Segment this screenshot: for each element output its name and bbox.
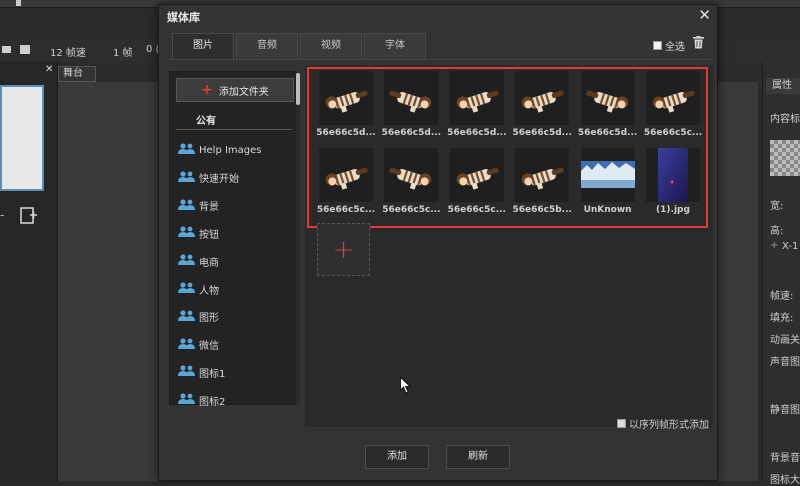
folder-item[interactable]: 电商: [178, 250, 219, 272]
mute-label: 静音图: [770, 405, 800, 416]
tab-audio[interactable]: 音频: [236, 33, 298, 59]
close-button[interactable]: ✕: [698, 6, 711, 24]
add-media-button[interactable]: +: [317, 223, 370, 276]
divider: [176, 129, 292, 130]
folder-label: Help Images: [199, 144, 262, 156]
checkbox-box[interactable]: [653, 41, 662, 50]
tab-video[interactable]: 视频: [300, 33, 362, 59]
media-library-dialog: 媒体库 ✕ 图片 音频 视频 字体 全选 + 添加文件夹 公有 Help Ima…: [158, 4, 718, 481]
transparent-preview: [770, 140, 800, 176]
content-label: 内容标: [770, 114, 800, 125]
height-label: 高:: [770, 226, 784, 237]
toolbar-icon-a[interactable]: [2, 46, 11, 53]
stage-tab[interactable]: 舞台: [58, 66, 96, 82]
properties-tab[interactable]: 属性: [766, 78, 800, 94]
add-button[interactable]: 添加: [365, 445, 429, 469]
folder-item[interactable]: 快速开始: [178, 167, 239, 189]
app-toolbar-right: [718, 38, 800, 62]
bg-music-label: 背景音: [770, 453, 800, 464]
frame-rate-text: 12 帧速: [50, 48, 86, 59]
users-icon: [178, 143, 195, 157]
select-all-label: 全选: [665, 42, 685, 53]
folder-label: 人物: [199, 285, 219, 297]
page-thumbnail[interactable]: [0, 85, 44, 191]
users-icon: [178, 226, 195, 240]
sequence-add-checkbox[interactable]: 以序列帧形式添加: [617, 416, 709, 431]
plus-icon: +: [201, 82, 213, 98]
folder-panel: + 添加文件夹 公有 Help Images 快速开始背景按钮电商人物图形微信图标…: [169, 71, 297, 408]
users-icon: [178, 310, 195, 324]
folder-scrollbar[interactable]: [296, 71, 300, 405]
icon-size-label: 图标大: [770, 475, 800, 486]
users-icon: [178, 365, 195, 379]
tab-underline: [169, 59, 713, 60]
folder-label: 快速开始: [199, 174, 239, 186]
dialog-title: 媒体库: [167, 11, 200, 24]
folder-scroll-thumb[interactable]: [296, 73, 300, 105]
folder-label: 微信: [199, 341, 219, 353]
frames-text: 1 帧: [113, 48, 133, 59]
select-all-checkbox[interactable]: 全选: [653, 38, 685, 53]
folder-item[interactable]: 图标2: [178, 389, 225, 411]
folder-item[interactable]: 人物: [178, 278, 219, 300]
users-icon: [178, 337, 195, 352]
users-icon: [178, 282, 195, 296]
folder-label: 按钮: [199, 229, 219, 241]
folder-label: 图标2: [199, 396, 226, 408]
add-folder-label: 添加文件夹: [218, 86, 269, 98]
folder-item[interactable]: 按钮: [178, 222, 219, 244]
folder-item[interactable]: 微信: [178, 334, 219, 356]
folder-item[interactable]: 背景: [178, 195, 219, 217]
sequence-add-label: 以序列帧形式添加: [629, 420, 709, 431]
users-icon: [178, 171, 195, 185]
plus-icon: +: [332, 234, 355, 265]
tab-images[interactable]: 图片: [172, 33, 234, 59]
trash-icon[interactable]: [693, 36, 704, 49]
plus-icon: +: [770, 240, 779, 251]
add-page-icon[interactable]: [20, 207, 38, 225]
dash-icon: -: [0, 208, 5, 222]
toolbar-icon-b[interactable]: [20, 45, 30, 54]
checkbox-box[interactable]: [617, 419, 626, 428]
folder-item[interactable]: Help Images: [178, 139, 262, 161]
width-label: 宽:: [770, 201, 784, 212]
animation-label: 动画关: [770, 335, 800, 346]
mouse-cursor-icon: [400, 377, 412, 394]
close-icon[interactable]: ✕: [45, 64, 53, 75]
framerate-label: 帧速:: [770, 291, 794, 302]
folder-label: 图形: [199, 313, 219, 325]
folder-item[interactable]: 图标1: [178, 361, 225, 383]
x-label: X-1: [782, 241, 799, 252]
app-corner-icon: [16, 0, 21, 6]
folder-item[interactable]: 图形: [178, 306, 219, 328]
tab-fonts[interactable]: 字体: [364, 33, 426, 59]
public-section-label: 公有: [196, 116, 216, 127]
folder-label: 电商: [199, 257, 219, 269]
selection-highlight: [307, 67, 708, 228]
users-icon: [178, 198, 195, 213]
folder-label: 背景: [199, 202, 219, 214]
refresh-button[interactable]: 刷新: [446, 445, 510, 469]
fill-label: 填充:: [770, 313, 794, 324]
sound-label: 声音图: [770, 357, 800, 368]
users-icon: [178, 393, 195, 407]
folder-label: 图标1: [199, 368, 226, 380]
add-folder-button[interactable]: + 添加文件夹: [176, 78, 294, 102]
users-icon: [178, 254, 195, 268]
app-toolbar: 12 帧速 1 帧 0 (: [0, 38, 160, 62]
